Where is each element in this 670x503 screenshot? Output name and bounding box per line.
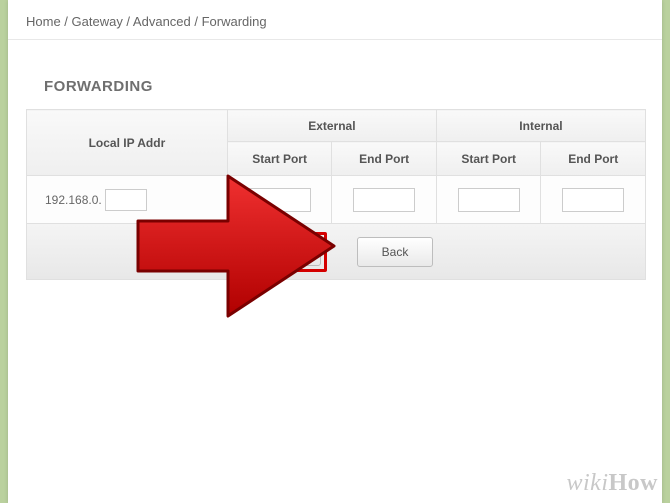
page-title: FORWARDING <box>8 40 662 109</box>
col-int-end: End Port <box>541 142 646 176</box>
cell-ip: 192.168.0. <box>27 176 228 224</box>
col-external: External <box>227 110 436 142</box>
col-local-ip: Local IP Addr <box>27 110 228 176</box>
breadcrumb: Home / Gateway / Advanced / Forwarding <box>8 0 662 40</box>
col-int-start: Start Port <box>436 142 541 176</box>
int-end-input[interactable] <box>562 188 624 212</box>
add-button[interactable]: Add <box>245 238 321 266</box>
col-ext-end: End Port <box>332 142 437 176</box>
forwarding-table: Local IP Addr External Internal Start Po… <box>26 109 646 224</box>
ext-end-input[interactable] <box>353 188 415 212</box>
int-start-input[interactable] <box>458 188 520 212</box>
ip-prefix: 192.168.0. <box>45 193 102 207</box>
col-ext-start: Start Port <box>227 142 332 176</box>
back-button[interactable]: Back <box>357 237 433 267</box>
cell-ext-end <box>332 176 437 224</box>
ip-octet-input[interactable] <box>105 189 147 211</box>
ext-start-input[interactable] <box>249 188 311 212</box>
button-row: Add Back <box>26 224 646 280</box>
watermark: wikiHow <box>567 470 659 497</box>
cell-int-start <box>436 176 541 224</box>
add-highlight-box: Add <box>239 232 327 272</box>
cell-ext-start <box>227 176 332 224</box>
col-internal: Internal <box>436 110 645 142</box>
cell-int-end <box>541 176 646 224</box>
